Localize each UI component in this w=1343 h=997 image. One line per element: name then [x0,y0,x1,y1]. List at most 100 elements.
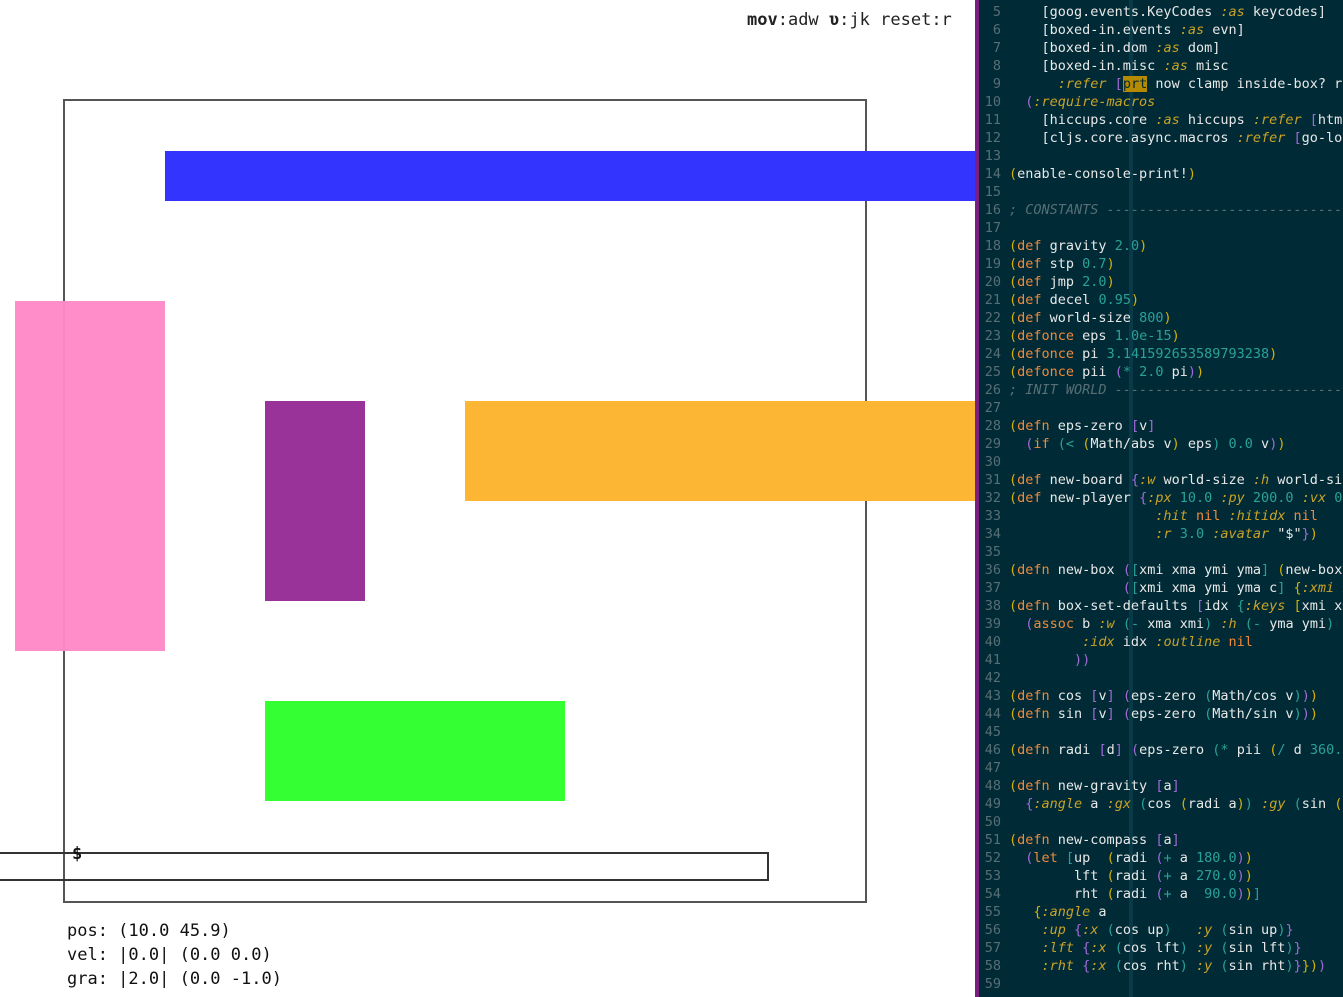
line-number: 16 [984,202,1001,218]
code-token: html [1317,112,1343,128]
code-line[interactable]: 17 [979,219,1009,237]
code-token: [cljs.core.async.macros [1009,130,1237,146]
code-line[interactable]: 41 )) [979,651,1091,669]
code-line[interactable]: 51 (defn new-compass [a] [979,831,1180,849]
code-line[interactable]: 14 (enable-console-print!) [979,165,1196,183]
code-line[interactable]: 53 lft (radi (+ a 270.0)) [979,867,1253,885]
code-line[interactable]: 35 [979,543,1009,561]
code-line[interactable]: 55 {:angle a [979,903,1107,921]
code-line[interactable]: 32 (def new-player {:px 10.0 :py 200.0 :v… [979,489,1343,507]
code-line[interactable]: 39 (assoc b :w (- xma xmi) :h (- yma ymi… [979,615,1335,633]
game-canvas[interactable]: mov:adw ʋ:jk reset:r $ pos: (10.0 45.9) v… [0,0,975,997]
code-line[interactable]: 45 [979,723,1009,741]
code-line[interactable]: 47 [979,759,1009,777]
line-number: 46 [984,742,1001,758]
code-line[interactable]: 42 [979,669,1009,687]
code-line[interactable]: 19 (def stp 0.7) [979,255,1115,273]
code-line[interactable]: 7 [boxed-in.dom :as dom] [979,39,1220,57]
code-token: world-size [1155,472,1253,488]
code-line[interactable]: 20 (def jmp 2.0) [979,273,1115,291]
code-line[interactable]: 16 ; CONSTANTS --------------------------… [979,201,1343,219]
code-line[interactable]: 49 {:angle a :gx (cos (radi a)) :gy (sin… [979,795,1343,813]
code-token: ( [1269,562,1286,578]
code-token: ] [1261,562,1270,578]
code-line[interactable]: 36 (defn new-box ([xmi xma ymi yma] (new-… [979,561,1343,579]
code-token: :angle [1041,904,1091,920]
code-token: sin up [1228,922,1278,938]
line-number: 39 [984,616,1001,632]
code-line[interactable]: 59 [979,975,1009,993]
code-token: :hitidx [1228,508,1286,524]
code-token: pii [1074,364,1115,380]
code-line[interactable]: 56 :up {:x (cos up) :y (sin up)} [979,921,1294,939]
code-line[interactable]: 24 (defonce pi 3.141592653589793238) [979,345,1278,363]
code-token: nil [1187,508,1229,524]
code-line[interactable]: 9 :refer [prt now clamp inside-box? re [979,75,1343,93]
code-line[interactable]: 30 [979,453,1009,471]
code-line[interactable]: 40 :idx idx :outline nil [979,633,1253,651]
code-token: ) [1130,292,1140,308]
code-line[interactable]: 48 (defn new-gravity [a] [979,777,1180,795]
code-line[interactable]: 26 ; INIT WORLD -------------------------… [979,381,1343,399]
code-token: ( [1009,688,1018,704]
code-token: { [1139,490,1148,506]
code-line[interactable]: 28 (defn eps-zero [v] [979,417,1156,435]
code-token: ) [1187,166,1196,182]
code-line[interactable]: 13 [979,147,1009,165]
code-line[interactable]: 46 (defn radi [d] (eps-zero (* pii (/ d 3… [979,741,1343,759]
code-token: ) [1236,796,1245,812]
code-line[interactable]: 21 (def decel 0.95) [979,291,1139,309]
code-token: eps-zero [1130,706,1205,722]
code-token: enable-console-print! [1017,166,1188,182]
code-token: pii [1228,742,1270,758]
code-line[interactable]: 15 [979,183,1009,201]
code-token: :gy [1252,796,1286,812]
code-line[interactable]: 50 [979,813,1009,831]
code-line[interactable]: 37 ([xmi xma ymi yma c] {:xmi x [979,579,1343,597]
code-line[interactable]: 11 [hiccups.core :as hiccups :refer [htm… [979,111,1343,129]
line-number: 37 [984,580,1001,596]
code-token: :px [1147,490,1172,506]
code-line[interactable]: 38 (defn box-set-defaults [idx {:keys [xm… [979,597,1343,615]
code-line[interactable]: 25 (defonce pii (* 2.0 pi)) [979,363,1204,381]
code-line[interactable]: 6 [boxed-in.events :as evn] [979,21,1245,39]
code-line[interactable]: 5 [goog.events.KeyCodes :as keycodes] [979,3,1326,21]
green-box [265,701,565,801]
code-line[interactable]: 23 (defonce eps 1.0e-15) [979,327,1180,345]
code-line[interactable]: 54 rht (radi (+ a 90.0))] [979,885,1261,903]
code-line[interactable]: 29 (if (< (Math/abs v) eps) 0.0 v)) [979,435,1286,453]
code-token: :as [1163,58,1188,74]
code-token: < [1065,436,1075,452]
code-line[interactable]: 10 (:require-macros [979,93,1156,111]
code-line[interactable]: 57 :lft {:x (cos lft) :y (sin lft)} [979,939,1302,957]
code-line[interactable]: 52 (let [up (radi (+ a 180.0)) [979,849,1253,867]
code-token: ( [1106,850,1115,866]
code-line[interactable]: 12 [cljs.core.async.macros :refer [go-lo… [979,129,1343,147]
code-token: [ [1285,598,1302,614]
code-line[interactable]: 43 (defn cos [v] (eps-zero (Math/cos v))) [979,687,1318,705]
code-token: ( [1009,310,1018,326]
code-line[interactable]: 27 [979,399,1009,417]
code-token: ) [1285,940,1294,956]
code-token: ) [1317,958,1327,974]
code-line[interactable]: 18 (def gravity 2.0) [979,237,1147,255]
code-line[interactable]: 34 :r 3.0 :avatar "$"}) [979,525,1318,543]
code-line[interactable]: 8 [boxed-in.misc :as misc [979,57,1229,75]
code-line[interactable]: 33 :hit nil :hitidx nil [979,507,1318,525]
code-token: ( [1009,418,1018,434]
code-token: idx [1114,634,1156,650]
code-line[interactable]: 58 :rht {:x (cos rht) :y (sin rht)}})) [979,957,1326,975]
code-line[interactable]: 44 (defn sin [v] (eps-zero (Math/sin v))) [979,705,1318,723]
code-token: defonce [1017,328,1075,344]
code-token: ( [1009,346,1018,362]
code-token: ) [1179,958,1188,974]
code-line[interactable]: 31 (def new-board {:w world-size :h world… [979,471,1343,489]
line-number: 31 [984,472,1001,488]
code-editor[interactable]: 5 [goog.events.KeyCodes :as keycodes] 6 [… [975,0,1343,997]
code-token: box-set-defaults [1049,598,1196,614]
code-token: ( [1114,364,1123,380]
line-number: 5 [992,4,1001,20]
line-number: 19 [984,256,1001,272]
code-line[interactable]: 22 (def world-size 800) [979,309,1172,327]
line-number: 33 [984,508,1001,524]
